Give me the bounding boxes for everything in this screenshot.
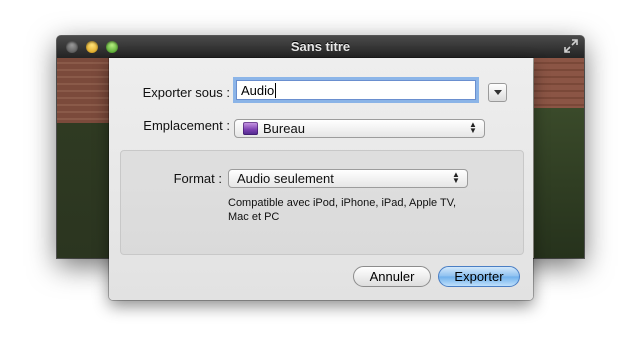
disclosure-button[interactable] — [488, 83, 507, 102]
popup-arrows-icon: ▲ ▼ — [469, 120, 477, 135]
location-value: Bureau — [263, 121, 305, 136]
format-popup[interactable]: Audio seulement ▲ ▼ — [228, 169, 468, 188]
video-scene-left — [57, 58, 109, 258]
compatibility-note: Compatible avec iPod, iPhone, iPad, Appl… — [228, 197, 457, 223]
window-title: Sans titre — [290, 39, 351, 54]
export-sheet: Exporter sous : Audio Emplacement : Bure… — [109, 58, 533, 300]
desktop-folder-icon — [243, 122, 258, 135]
fullscreen-icon[interactable] — [564, 39, 578, 53]
export-as-value: Audio — [241, 83, 277, 98]
popup-arrows-icon: ▲ ▼ — [452, 170, 460, 185]
export-as-label: Exporter sous : — [142, 85, 230, 100]
export-button[interactable]: Exporter — [438, 266, 520, 287]
location-label: Emplacement : — [143, 118, 230, 133]
location-popup[interactable]: Bureau ▲ ▼ — [234, 119, 485, 138]
video-scene-right — [526, 58, 584, 258]
export-as-field[interactable]: Audio — [236, 80, 476, 100]
title-bar: Sans titre — [57, 36, 584, 59]
format-label: Format : — [173, 171, 222, 186]
cancel-button[interactable]: Annuler — [353, 266, 431, 287]
format-value: Audio seulement — [237, 171, 334, 186]
